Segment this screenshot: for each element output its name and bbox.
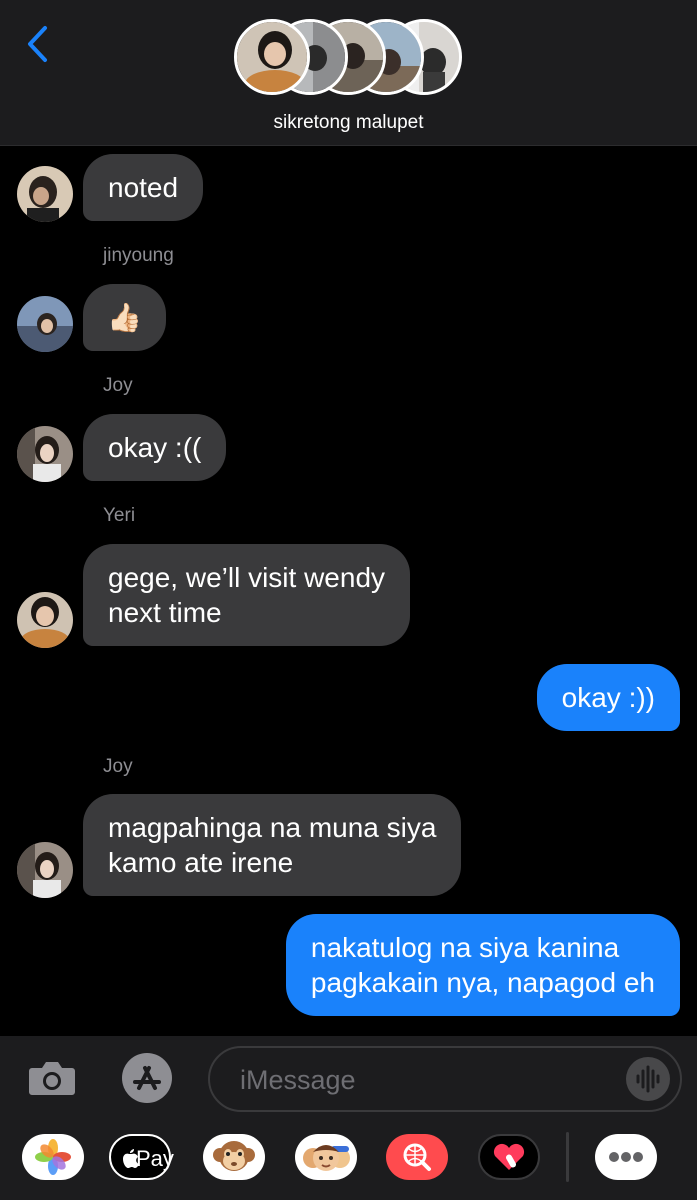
message-input[interactable]: iMessage (208, 1046, 682, 1112)
sender-name: Joy (103, 375, 133, 396)
message-bubble[interactable]: magpahinga na muna siya kamo ate irene (83, 794, 462, 896)
conversation-header: sikretong malupet (0, 0, 697, 146)
memoji-button[interactable] (295, 1134, 357, 1180)
apple-pay-label: Pay (136, 1146, 174, 1171)
message-input-placeholder: iMessage (240, 1065, 356, 1095)
waveform-icon (636, 1065, 660, 1093)
group-avatars[interactable] (234, 19, 464, 99)
app-store-icon (122, 1053, 172, 1103)
camera-button[interactable] (26, 1052, 78, 1104)
group-member-avatar (234, 19, 310, 95)
digital-touch-button[interactable] (478, 1134, 540, 1180)
compose-bar: iMessage Pay (0, 1036, 697, 1200)
photos-app-button[interactable] (22, 1134, 84, 1180)
photos-icon (35, 1139, 71, 1175)
sender-avatar[interactable] (17, 592, 73, 648)
animoji-button[interactable] (203, 1134, 265, 1180)
more-apps-button[interactable] (595, 1134, 657, 1180)
app-drawer-divider (566, 1132, 569, 1182)
apple-pay-button[interactable]: Pay (109, 1134, 174, 1180)
sender-avatar[interactable] (17, 166, 73, 222)
sender-avatar[interactable] (17, 296, 73, 352)
thumbs-up-emoji: 👍🏻 (107, 302, 142, 333)
message-bubble[interactable]: noted (83, 154, 204, 221)
group-name[interactable]: sikretong malupet (0, 112, 697, 134)
audio-message-button[interactable] (626, 1057, 670, 1101)
message-bubble[interactable]: 👍🏻 (83, 284, 166, 351)
sender-name: Joy (103, 756, 133, 777)
digital-touch-icon (493, 1143, 525, 1170)
sender-name: Yeri (103, 505, 136, 526)
message-bubble[interactable]: okay :(( (83, 414, 227, 481)
message-thread[interactable]: noted jinyoung 👍🏻 Joy okay :(( Yeri gege… (0, 146, 697, 1036)
camera-icon (29, 1062, 75, 1095)
monkey-icon (213, 1141, 255, 1171)
message-bubble[interactable]: nakatulog na siya kanina pagkakain nya, … (285, 914, 680, 1016)
message-bubble[interactable]: okay :)) (536, 664, 680, 731)
chevron-left-icon (28, 26, 47, 62)
web-search-button[interactable] (386, 1134, 448, 1180)
app-store-button[interactable] (117, 1052, 177, 1104)
sender-avatar[interactable] (17, 842, 73, 898)
sender-avatar[interactable] (17, 426, 73, 482)
web-search-icon (403, 1143, 431, 1171)
more-icon (609, 1152, 643, 1162)
memoji-icon (303, 1145, 350, 1171)
back-button[interactable] (22, 24, 54, 64)
message-bubble[interactable]: gege, we’ll visit wendy next time (83, 544, 411, 646)
sender-name: jinyoung (103, 245, 174, 266)
